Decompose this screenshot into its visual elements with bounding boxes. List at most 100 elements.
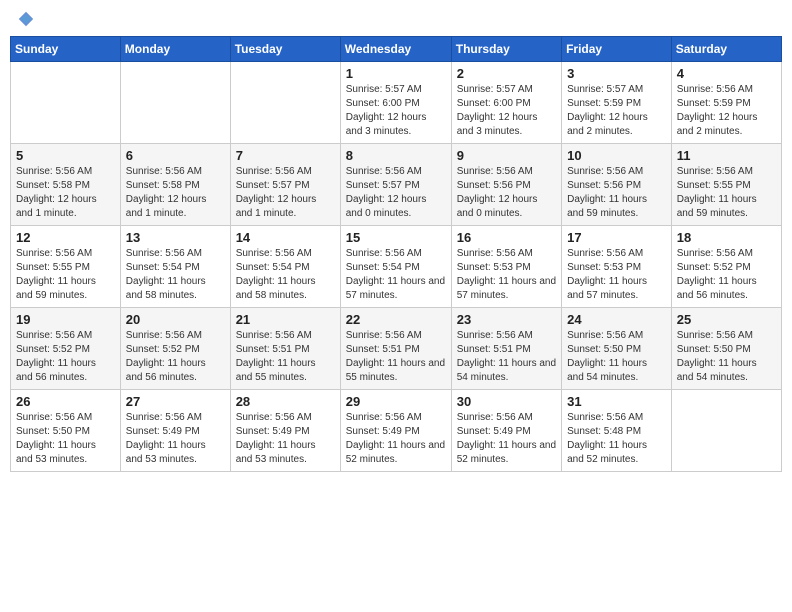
day-info: Sunrise: 5:56 AM Sunset: 5:48 PM Dayligh… [567,411,666,467]
day-info: Sunrise: 5:56 AM Sunset: 5:51 PM Dayligh… [236,329,335,385]
calendar-cell: 28 Sunrise: 5:56 AM Sunset: 5:49 PM Dayli… [230,390,340,472]
day-info: Sunrise: 5:56 AM Sunset: 5:49 PM Dayligh… [236,411,335,467]
calendar-cell: 8 Sunrise: 5:56 AM Sunset: 5:57 PM Daylig… [340,144,451,226]
day-info: Sunrise: 5:56 AM Sunset: 5:52 PM Dayligh… [16,329,115,385]
day-number: 23 [457,312,556,327]
day-number: 8 [346,148,446,163]
calendar-cell: 9Sunrise: 5:56 AM Sunset: 5:56 PM Daylig… [451,144,561,226]
day-info: Sunrise: 5:56 AM Sunset: 5:49 PM Dayligh… [346,411,446,467]
day-number: 18 [677,230,776,245]
calendar-week-row: 1 Sunrise: 5:57 AM Sunset: 6:00 PM Daylig… [11,62,782,144]
day-number: 27 [126,394,225,409]
day-info: Sunrise: 5:57 AM Sunset: 6:00 PM Dayligh… [346,83,446,139]
calendar-week-row: 5 Sunrise: 5:56 AM Sunset: 5:58 PM Daylig… [11,144,782,226]
calendar-cell: 31 Sunrise: 5:56 AM Sunset: 5:48 PM Dayli… [562,390,672,472]
calendar-cell [120,62,230,144]
calendar-day-header: Monday [120,37,230,62]
day-number: 17 [567,230,666,245]
day-number: 12 [16,230,115,245]
day-info: Sunrise: 5:56 AM Sunset: 5:58 PM Dayligh… [16,165,115,221]
day-number: 30 [457,394,556,409]
day-info: Sunrise: 5:56 AM Sunset: 5:55 PM Dayligh… [16,247,115,303]
day-info: Sunrise: 5:56 AM Sunset: 5:49 PM Dayligh… [457,411,556,467]
day-info: Sunrise: 5:56 AM Sunset: 5:55 PM Dayligh… [677,165,776,221]
day-info: Sunrise: 5:56 AM Sunset: 5:52 PM Dayligh… [126,329,225,385]
day-number: 19 [16,312,115,327]
day-number: 22 [346,312,446,327]
day-number: 11 [677,148,776,163]
calendar-day-header: Sunday [11,37,121,62]
calendar-day-header: Wednesday [340,37,451,62]
day-number: 14 [236,230,335,245]
calendar-week-row: 26 Sunrise: 5:56 AM Sunset: 5:50 PM Dayli… [11,390,782,472]
calendar-cell: 15 Sunrise: 5:56 AM Sunset: 5:54 PM Dayli… [340,226,451,308]
calendar-cell: 20 Sunrise: 5:56 AM Sunset: 5:52 PM Dayli… [120,308,230,390]
day-info: Sunrise: 5:56 AM Sunset: 5:54 PM Dayligh… [346,247,446,303]
logo-icon [17,10,35,28]
calendar-cell: 4 Sunrise: 5:56 AM Sunset: 5:59 PM Daylig… [671,62,781,144]
logo [14,10,37,28]
day-number: 2 [457,66,556,81]
day-number: 31 [567,394,666,409]
day-info: Sunrise: 5:56 AM Sunset: 5:51 PM Dayligh… [346,329,446,385]
calendar-cell: 13 Sunrise: 5:56 AM Sunset: 5:54 PM Dayli… [120,226,230,308]
calendar-cell: 22 Sunrise: 5:56 AM Sunset: 5:51 PM Dayli… [340,308,451,390]
day-info: Sunrise: 5:56 AM Sunset: 5:59 PM Dayligh… [677,83,776,139]
day-number: 6 [126,148,225,163]
day-number: 20 [126,312,225,327]
calendar-cell: 14 Sunrise: 5:56 AM Sunset: 5:54 PM Dayli… [230,226,340,308]
calendar-cell: 30 Sunrise: 5:56 AM Sunset: 5:49 PM Dayli… [451,390,561,472]
day-number: 24 [567,312,666,327]
calendar-table: SundayMondayTuesdayWednesdayThursdayFrid… [10,36,782,472]
calendar-cell [230,62,340,144]
day-number: 5 [16,148,115,163]
calendar-cell: 11 Sunrise: 5:56 AM Sunset: 5:55 PM Dayli… [671,144,781,226]
day-number: 7 [236,148,335,163]
calendar-week-row: 12 Sunrise: 5:56 AM Sunset: 5:55 PM Dayli… [11,226,782,308]
day-number: 25 [677,312,776,327]
day-info: Sunrise: 5:56 AM Sunset: 5:51 PM Dayligh… [457,329,556,385]
calendar-cell: 6 Sunrise: 5:56 AM Sunset: 5:58 PM Daylig… [120,144,230,226]
day-info: Sunrise: 5:56 AM Sunset: 5:52 PM Dayligh… [677,247,776,303]
day-number: 28 [236,394,335,409]
calendar-header-row: SundayMondayTuesdayWednesdayThursdayFrid… [11,37,782,62]
day-info: Sunrise: 5:56 AM Sunset: 5:54 PM Dayligh… [126,247,225,303]
calendar-cell: 7 Sunrise: 5:56 AM Sunset: 5:57 PM Daylig… [230,144,340,226]
calendar-cell: 17Sunrise: 5:56 AM Sunset: 5:53 PM Dayli… [562,226,672,308]
calendar-week-row: 19 Sunrise: 5:56 AM Sunset: 5:52 PM Dayli… [11,308,782,390]
day-info: Sunrise: 5:56 AM Sunset: 5:53 PM Dayligh… [457,247,556,303]
calendar-cell: 5 Sunrise: 5:56 AM Sunset: 5:58 PM Daylig… [11,144,121,226]
day-info: Sunrise: 5:56 AM Sunset: 5:54 PM Dayligh… [236,247,335,303]
day-info: Sunrise: 5:57 AM Sunset: 6:00 PM Dayligh… [457,83,556,139]
calendar-cell: 26 Sunrise: 5:56 AM Sunset: 5:50 PM Dayli… [11,390,121,472]
calendar-cell: 27Sunrise: 5:56 AM Sunset: 5:49 PM Dayli… [120,390,230,472]
calendar-cell: 18 Sunrise: 5:56 AM Sunset: 5:52 PM Dayli… [671,226,781,308]
day-number: 21 [236,312,335,327]
calendar-day-header: Tuesday [230,37,340,62]
day-info: Sunrise: 5:56 AM Sunset: 5:50 PM Dayligh… [16,411,115,467]
calendar-cell: 16Sunrise: 5:56 AM Sunset: 5:53 PM Dayli… [451,226,561,308]
calendar-cell: 24Sunrise: 5:56 AM Sunset: 5:50 PM Dayli… [562,308,672,390]
day-number: 29 [346,394,446,409]
day-number: 26 [16,394,115,409]
day-info: Sunrise: 5:56 AM Sunset: 5:57 PM Dayligh… [346,165,446,221]
day-number: 15 [346,230,446,245]
calendar-cell: 21 Sunrise: 5:56 AM Sunset: 5:51 PM Dayli… [230,308,340,390]
calendar-cell: 3 Sunrise: 5:57 AM Sunset: 5:59 PM Daylig… [562,62,672,144]
day-number: 10 [567,148,666,163]
day-number: 3 [567,66,666,81]
calendar-cell: 25Sunrise: 5:56 AM Sunset: 5:50 PM Dayli… [671,308,781,390]
calendar-cell: 19 Sunrise: 5:56 AM Sunset: 5:52 PM Dayli… [11,308,121,390]
day-info: Sunrise: 5:56 AM Sunset: 5:58 PM Dayligh… [126,165,225,221]
calendar-day-header: Saturday [671,37,781,62]
calendar-day-header: Thursday [451,37,561,62]
calendar-day-header: Friday [562,37,672,62]
day-number: 4 [677,66,776,81]
calendar-cell: 29 Sunrise: 5:56 AM Sunset: 5:49 PM Dayli… [340,390,451,472]
day-number: 13 [126,230,225,245]
day-number: 1 [346,66,446,81]
day-info: Sunrise: 5:57 AM Sunset: 5:59 PM Dayligh… [567,83,666,139]
calendar-cell: 10Sunrise: 5:56 AM Sunset: 5:56 PM Dayli… [562,144,672,226]
day-info: Sunrise: 5:56 AM Sunset: 5:57 PM Dayligh… [236,165,335,221]
calendar-cell [671,390,781,472]
